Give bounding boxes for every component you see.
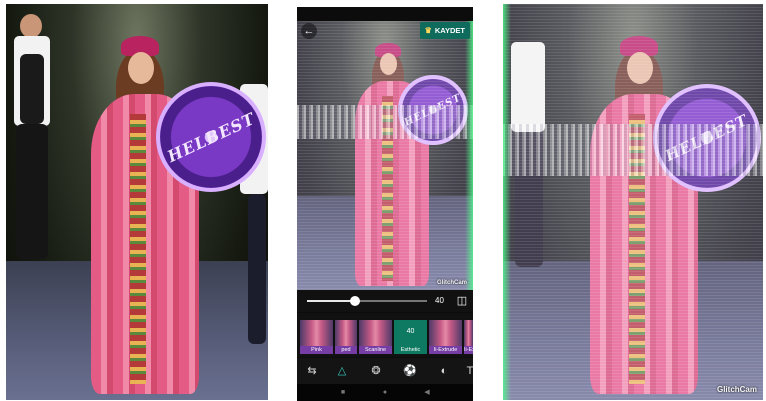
home-icon[interactable]: ●	[379, 387, 391, 398]
effect-label: Pink	[300, 346, 333, 354]
effect-thumb[interactable]: ped	[335, 320, 357, 354]
effect-thumb-selected[interactable]: 40 Esthetic	[394, 320, 427, 354]
adjust-icon[interactable]: ⇆	[303, 362, 321, 380]
save-button[interactable]: ♛ KAYDET	[419, 22, 470, 39]
effect-thumb[interactable]: Ii-Extrude	[429, 320, 462, 354]
effect-label: Ii-Extrude	[464, 346, 473, 354]
effect-thumbnails: Pink ped Scanline 40 Esthetic Ii-Extrude…	[297, 313, 473, 357]
effect-label: Esthetic	[394, 346, 427, 354]
nav-back-icon[interactable]: ◀	[421, 387, 433, 398]
back-arrow-icon[interactable]: ←	[301, 23, 317, 39]
bottom-toolbar: ⇆ △ ❂ ⚽ ◐ T	[297, 358, 473, 384]
effect-thumb[interactable]: Pink	[300, 320, 333, 354]
effect-label: Ii-Extrude	[429, 346, 462, 354]
glitch-preview: HELBEST GlitchCam	[297, 21, 473, 290]
effect-label: Scanline	[359, 346, 392, 354]
slider-thumb[interactable]	[350, 296, 360, 306]
compare-icon[interactable]: ◫	[455, 294, 469, 308]
effect-thumb[interactable]: Scanline	[359, 320, 392, 354]
result-watermark: GlitchCam	[716, 385, 757, 394]
intensity-slider-row: 40 ◫	[297, 290, 473, 312]
effect-label: ped	[335, 346, 357, 354]
slider-value: 40	[435, 296, 444, 305]
color-mix-icon[interactable]: ❂	[367, 362, 385, 380]
phone-app-screen: HELBEST GlitchCam ← ♛ KAYDET 40 ◫ Pink p…	[297, 7, 473, 401]
recents-icon[interactable]: ■	[337, 387, 349, 398]
drum-text: HELBEST	[164, 108, 258, 166]
status-bar	[297, 7, 473, 21]
save-button-label: KAYDET	[434, 26, 465, 35]
man-left	[10, 14, 60, 264]
slider-fill	[307, 300, 355, 302]
triangle-effects-icon[interactable]: △	[333, 362, 351, 380]
intensity-slider[interactable]	[307, 296, 427, 306]
overlay-icon[interactable]: ◐	[435, 362, 453, 380]
text-icon[interactable]: T	[461, 362, 473, 380]
original-photo: HELBEST	[6, 4, 268, 400]
effect-thumb[interactable]: Ii-Extrude	[464, 320, 473, 354]
glitch-result-photo: HELBEST GlitchCam	[503, 4, 763, 400]
ball-icon[interactable]: ⚽	[401, 362, 419, 380]
crown-icon: ♛	[424, 26, 432, 35]
drum: HELBEST	[156, 82, 266, 192]
effect-value: 40	[406, 328, 415, 335]
android-nav-bar: ■ ● ◀	[297, 384, 473, 401]
preview-watermark: GlitchCam	[436, 280, 467, 286]
